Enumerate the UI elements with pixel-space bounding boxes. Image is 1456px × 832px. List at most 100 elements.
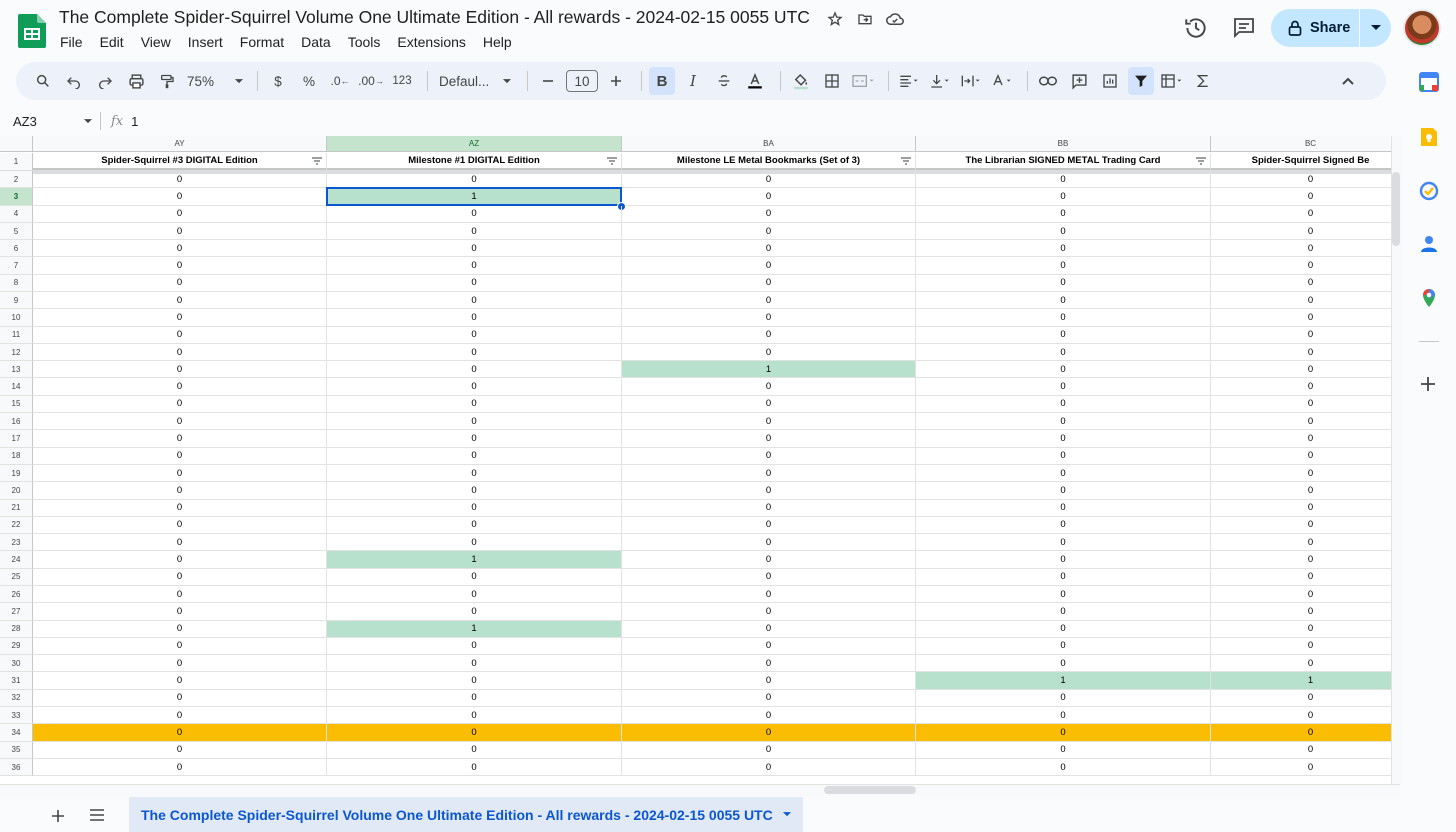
text-color-icon[interactable] <box>742 67 768 95</box>
row-header-8[interactable]: 8 <box>0 274 33 293</box>
table-cell[interactable]: 0 <box>327 672 622 690</box>
table-cell[interactable]: 0 <box>33 447 327 465</box>
menu-format[interactable]: Format <box>240 34 284 50</box>
table-cell[interactable]: 0 <box>327 603 622 621</box>
table-cell[interactable]: 0 <box>916 464 1211 483</box>
increase-font-size-icon[interactable] <box>603 67 629 95</box>
column-title-cell[interactable]: Milestone #1 DIGITAL Edition <box>327 153 622 171</box>
row-header-19[interactable]: 19 <box>0 464 33 483</box>
table-cell[interactable]: 0 <box>33 395 327 414</box>
table-cell[interactable]: 0 <box>327 430 622 448</box>
table-cell[interactable]: 0 <box>916 482 1211 500</box>
table-cell[interactable]: 0 <box>916 655 1211 673</box>
insert-chart-icon[interactable] <box>1097 67 1123 95</box>
row-header-11[interactable]: 11 <box>0 326 33 344</box>
table-cell[interactable]: 0 <box>916 620 1211 638</box>
column-header-bc[interactable]: BC <box>1211 136 1391 152</box>
table-cell[interactable]: 0 <box>1211 361 1391 379</box>
table-cell[interactable]: 0 <box>33 430 327 448</box>
row-header-13[interactable]: 13 <box>0 361 33 379</box>
format-percent-button[interactable]: % <box>296 67 322 95</box>
text-rotation-icon[interactable] <box>989 67 1015 95</box>
tasks-icon[interactable] <box>1419 181 1439 201</box>
table-cell[interactable]: 0 <box>622 205 916 223</box>
column-header-ba[interactable]: BA <box>622 136 916 152</box>
table-cell[interactable]: 0 <box>327 171 622 189</box>
menu-insert[interactable]: Insert <box>188 34 223 50</box>
table-cell[interactable]: 0 <box>622 240 916 258</box>
table-cell[interactable]: 0 <box>622 413 916 431</box>
table-cell[interactable]: 0 <box>33 637 327 656</box>
row-header-2[interactable]: 2 <box>0 171 33 189</box>
table-cell[interactable]: 1 <box>327 188 622 206</box>
table-cell[interactable]: 0 <box>1211 603 1391 621</box>
paint-format-icon[interactable] <box>154 67 180 95</box>
table-cell[interactable]: 0 <box>1211 430 1391 448</box>
table-cell[interactable]: 0 <box>327 361 622 379</box>
table-cell[interactable]: 0 <box>1211 742 1391 759</box>
row-header-22[interactable]: 22 <box>0 516 33 535</box>
table-cell[interactable]: 0 <box>33 620 327 638</box>
sheets-logo-icon[interactable] <box>18 14 46 48</box>
table-cell[interactable]: 0 <box>327 516 622 535</box>
table-cell[interactable]: 0 <box>327 447 622 465</box>
table-cell[interactable]: 0 <box>1211 171 1391 189</box>
table-cell[interactable]: 1 <box>916 672 1211 690</box>
column-title-cell[interactable]: Milestone LE Metal Bookmarks (Set of 3) <box>622 153 916 171</box>
row-header-1[interactable]: 1 <box>0 153 33 171</box>
table-cell[interactable]: 0 <box>1211 327 1391 344</box>
table-cell[interactable]: 0 <box>916 603 1211 621</box>
italic-button[interactable]: I <box>680 67 706 95</box>
table-cell[interactable]: 0 <box>33 655 327 673</box>
table-cell[interactable]: 0 <box>622 499 916 517</box>
table-cell[interactable]: 0 <box>33 413 327 431</box>
format-currency-button[interactable]: $ <box>265 67 291 95</box>
table-cell[interactable]: 0 <box>916 447 1211 465</box>
table-cell[interactable]: 0 <box>327 326 622 344</box>
table-cell[interactable]: 0 <box>622 482 916 500</box>
table-cell[interactable]: 0 <box>916 534 1211 552</box>
table-cell[interactable]: 0 <box>1211 482 1391 500</box>
strikethrough-icon[interactable] <box>711 67 737 95</box>
table-cell[interactable]: 0 <box>327 585 622 604</box>
table-cell[interactable]: 0 <box>916 499 1211 517</box>
table-cell[interactable]: 0 <box>622 637 916 656</box>
filter-icon[interactable] <box>1196 157 1206 168</box>
table-cell[interactable]: 0 <box>327 655 622 673</box>
row-header-31[interactable]: 31 <box>0 672 33 690</box>
table-cell[interactable]: 0 <box>1211 465 1391 483</box>
row-header-15[interactable]: 15 <box>0 395 33 414</box>
table-cell[interactable]: 0 <box>1211 223 1391 241</box>
row-header-20[interactable]: 20 <box>0 482 33 500</box>
table-cell[interactable]: 0 <box>916 343 1211 362</box>
table-cell[interactable]: 0 <box>33 672 327 690</box>
table-cell[interactable]: 0 <box>1211 517 1391 535</box>
table-cell[interactable]: 1 <box>1211 672 1391 690</box>
table-cell[interactable]: 0 <box>33 464 327 483</box>
menu-tools[interactable]: Tools <box>348 34 381 50</box>
column-header-ay[interactable]: AY <box>33 136 327 152</box>
table-cell[interactable]: 0 <box>1211 344 1391 362</box>
table-cell[interactable]: 0 <box>622 343 916 362</box>
table-cell[interactable]: 0 <box>1211 257 1391 275</box>
table-cell[interactable]: 0 <box>916 171 1211 189</box>
table-cell[interactable]: 0 <box>622 603 916 621</box>
table-cell[interactable]: 0 <box>33 706 327 725</box>
formula-input[interactable]: 1 <box>131 114 138 129</box>
table-cell[interactable]: 0 <box>916 706 1211 725</box>
horizontal-scroll-thumb[interactable] <box>824 786 916 794</box>
table-cell[interactable]: 0 <box>33 171 327 189</box>
table-cell[interactable]: 0 <box>1211 759 1391 777</box>
sheet-tab[interactable]: The Complete Spider-Squirrel Volume One … <box>129 797 803 832</box>
table-cell[interactable]: 0 <box>622 551 916 569</box>
row-header-3[interactable]: 3 <box>0 188 33 206</box>
row-header-24[interactable]: 24 <box>0 551 33 569</box>
table-cell[interactable]: 0 <box>622 534 916 552</box>
table-cell[interactable]: 0 <box>916 205 1211 223</box>
decrease-font-size-icon[interactable] <box>535 67 561 95</box>
filter-icon[interactable] <box>1128 67 1154 95</box>
table-cell[interactable]: 0 <box>916 240 1211 258</box>
row-header-7[interactable]: 7 <box>0 257 33 275</box>
table-cell[interactable]: 0 <box>916 257 1211 275</box>
table-cell[interactable]: 0 <box>33 516 327 535</box>
